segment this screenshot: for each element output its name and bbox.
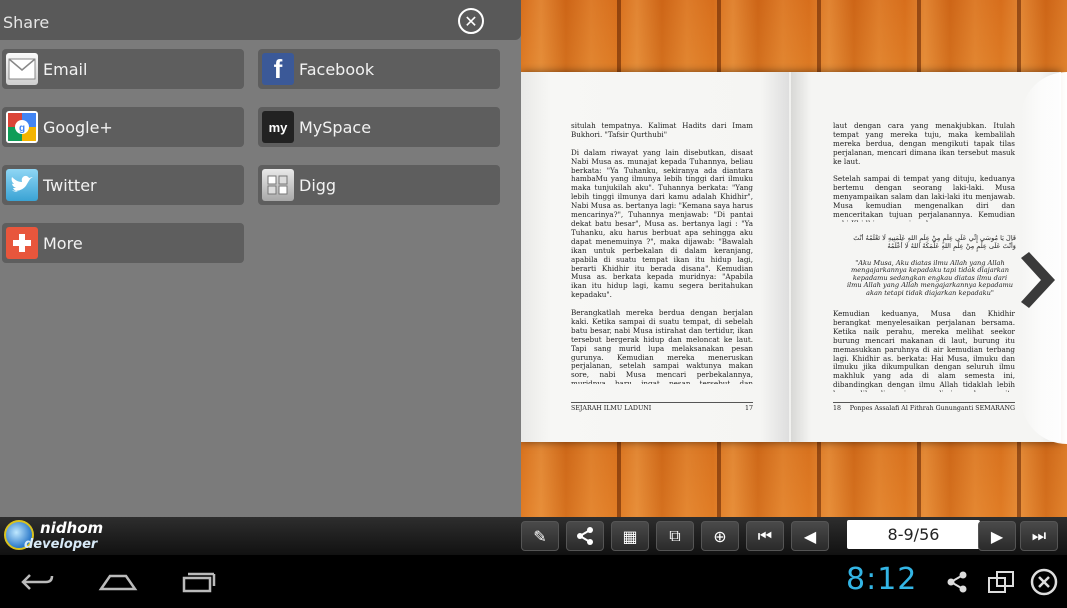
share-more-label: More xyxy=(43,233,83,253)
share-digg-button[interactable]: Digg xyxy=(258,165,500,205)
twitter-icon xyxy=(6,169,38,201)
screen-rotate-icon[interactable] xyxy=(986,567,1016,597)
chevron-right-icon[interactable] xyxy=(1015,240,1065,320)
left-footer-title: SEJARAH ILMU LADUNI xyxy=(571,405,652,412)
page-view-icon[interactable]: ⧉ xyxy=(656,521,694,551)
recent-apps-icon[interactable] xyxy=(168,565,228,599)
right-footer-title: Ponpes Assalafi Al Fithrah Gununganti SE… xyxy=(849,405,1015,412)
share-google-plus-label: Google+ xyxy=(43,117,113,137)
share-twitter-button[interactable]: Twitter xyxy=(2,165,244,205)
share-icon[interactable] xyxy=(942,567,972,597)
book-reader[interactable]: situlah tempatnya. Kalimat Hadits dari I… xyxy=(521,0,1067,517)
share-digg-label: Digg xyxy=(299,175,337,195)
facebook-icon: f xyxy=(262,53,294,85)
share-google-plus-button[interactable]: g Google+ xyxy=(2,107,244,147)
book-spread[interactable]: situlah tempatnya. Kalimat Hadits dari I… xyxy=(521,72,1061,442)
share-title: Share xyxy=(3,13,50,32)
clock: 8:12 xyxy=(846,562,918,597)
right-page-quote: "Aku Musa, Aku diatas ilmu Allah yang Al… xyxy=(846,260,1014,297)
email-icon xyxy=(6,53,38,85)
zoom-in-icon[interactable]: ⊕ xyxy=(701,521,739,551)
close-icon[interactable]: ✕ xyxy=(458,8,484,34)
page-indicator[interactable]: 8-9/56 xyxy=(847,520,980,549)
svg-text:g: g xyxy=(19,123,25,134)
right-page-number: 18 xyxy=(833,405,842,412)
google-plus-icon: g xyxy=(6,111,38,143)
grid-thumbnails-icon[interactable]: ▦ xyxy=(611,521,649,551)
share-header: Share ✕ xyxy=(0,0,521,40)
share-icon[interactable] xyxy=(566,521,604,551)
right-page-footer: 18 Ponpes Assalafi Al Fithrah Gununganti… xyxy=(833,402,1015,412)
next-page-icon[interactable]: ▶ xyxy=(978,521,1016,551)
brand-subtitle: developer xyxy=(24,537,98,552)
share-more-button[interactable]: More xyxy=(2,223,244,263)
left-page-footer: SEJARAH ILMU LADUNI 17 xyxy=(571,402,753,412)
plus-icon xyxy=(6,227,38,259)
brand-name: nidhom xyxy=(40,519,104,537)
share-email-button[interactable]: Email xyxy=(2,49,244,89)
share-facebook-button[interactable]: f Facebook xyxy=(258,49,500,89)
share-facebook-label: Facebook xyxy=(299,59,375,79)
bookmark-pin-icon[interactable]: ✎ xyxy=(521,521,559,551)
previous-page-icon[interactable]: ◀ xyxy=(791,521,829,551)
left-page-number: 17 xyxy=(744,405,753,412)
home-icon[interactable] xyxy=(88,565,148,599)
brand-logo: nidhom developer xyxy=(2,517,103,555)
screen: situlah tempatnya. Kalimat Hadits dari I… xyxy=(0,0,1067,608)
share-myspace-label: MySpace xyxy=(299,117,372,137)
last-page-icon[interactable]: ⏭ xyxy=(1020,521,1058,551)
close-circle-icon[interactable] xyxy=(1029,567,1059,597)
left-page[interactable]: situlah tempatnya. Kalimat Hadits dari I… xyxy=(521,72,789,442)
myspace-icon: my xyxy=(262,111,294,143)
share-panel: Share ✕ Email f Facebook g Google+ my My… xyxy=(0,0,521,517)
system-navigation-bar: 8:12 xyxy=(0,555,1067,608)
right-page-arabic: قَالَ يَا مُوسَى إِنِّي عَلَى عِلْمٍ مِن… xyxy=(853,234,1016,250)
right-page-text-top: laut dengan cara yang menakjubkan. Itula… xyxy=(833,122,1015,222)
share-myspace-button[interactable]: my MySpace xyxy=(258,107,500,147)
back-icon[interactable] xyxy=(8,565,68,599)
right-page-text-bottom: Kemudian keduanya, Musa dan Khidhir bera… xyxy=(833,310,1015,392)
share-email-label: Email xyxy=(43,59,88,79)
first-page-icon[interactable]: ⏮ xyxy=(746,521,784,551)
digg-icon xyxy=(262,169,294,201)
share-twitter-label: Twitter xyxy=(43,175,97,195)
reader-toolbar: nidhom developer ✎ ▦ ⧉ ⊕ ⏮ ◀ 8-9/56 ▶ ⏭ xyxy=(0,517,1067,555)
left-page-text: situlah tempatnya. Kalimat Hadits dari I… xyxy=(571,122,753,384)
